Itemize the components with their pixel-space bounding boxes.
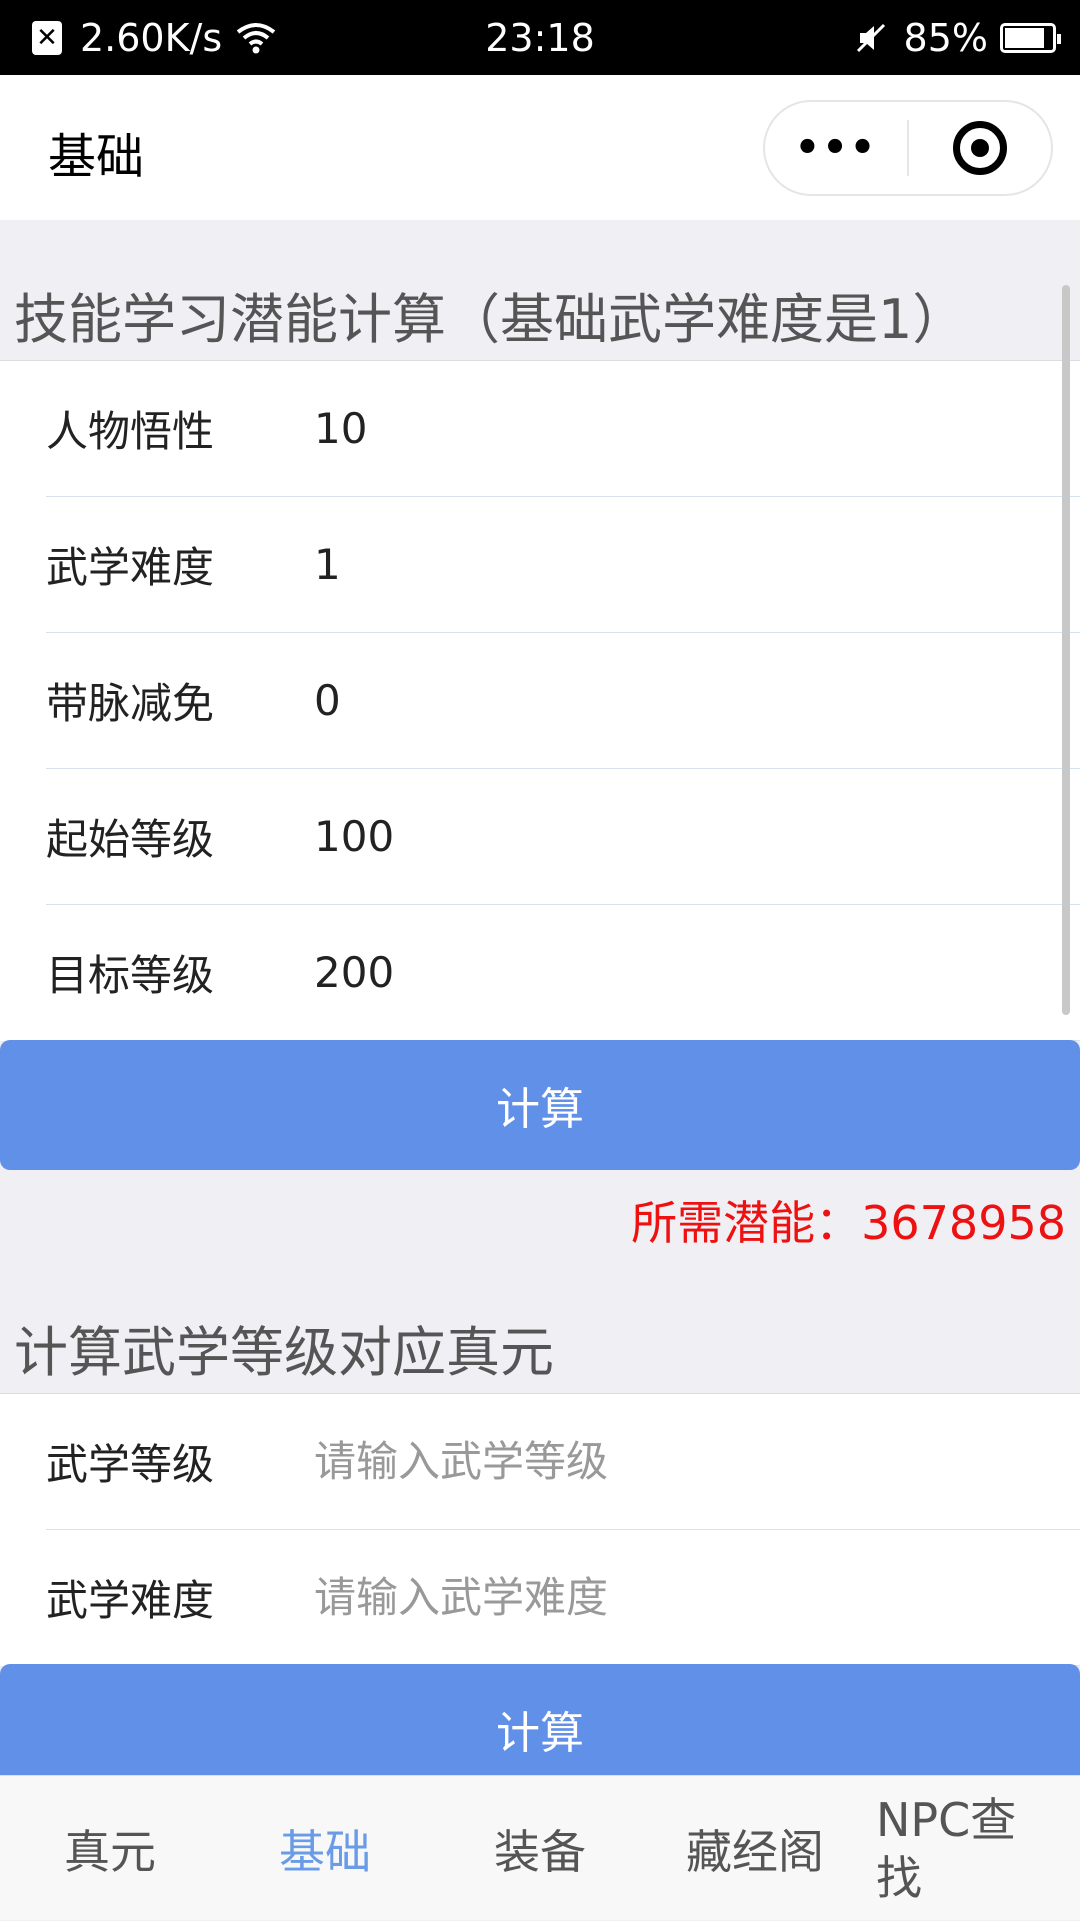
battery-percent: 85% xyxy=(903,16,988,60)
field-label: 武学等级 xyxy=(46,1440,215,1489)
potential-form: 人物悟性 10 武学难度 1 带脉减免 0 起始等级 100 目标等级 200 xyxy=(0,360,1080,1041)
tab-library[interactable]: 藏经阁 xyxy=(670,1776,840,1921)
field-label: 带脉减免 xyxy=(46,679,215,728)
status-right: 85% xyxy=(854,16,1061,60)
field-label: 武学难度 xyxy=(46,543,215,592)
start-level-input[interactable]: 100 xyxy=(314,812,394,861)
form-row-martial-level[interactable]: 武学等级 xyxy=(46,1394,1080,1530)
close-miniprogram-button[interactable] xyxy=(909,121,1051,175)
page-title: 基础 xyxy=(48,129,145,185)
more-menu-icon[interactable]: ••• xyxy=(765,125,907,171)
martial-difficulty-input[interactable] xyxy=(314,1573,1014,1622)
target-level-input[interactable]: 200 xyxy=(314,948,394,997)
tab-npc-search[interactable]: NPC查找 xyxy=(876,1776,1036,1921)
section-title-zhenyuan: 计算武学等级对应真元 xyxy=(14,1321,554,1384)
mute-icon xyxy=(854,21,888,55)
tab-basic[interactable]: 基础 xyxy=(255,1776,395,1921)
form-row-target-level[interactable]: 目标等级 200 xyxy=(46,905,1080,1041)
scrollbar[interactable] xyxy=(1062,285,1070,1015)
tab-bar: 真元 基础 装备 藏经阁 NPC查找 xyxy=(0,1775,1080,1920)
target-icon xyxy=(952,121,1007,175)
potential-result: 所需潜能：3678958 xyxy=(631,1196,1066,1250)
difficulty-input[interactable]: 1 xyxy=(314,540,341,589)
tab-zhenyuan[interactable]: 真元 xyxy=(40,1776,180,1921)
martial-level-input[interactable] xyxy=(314,1437,1014,1486)
mini-program-capsule: ••• xyxy=(763,100,1053,196)
nav-bar: 基础 ••• xyxy=(0,75,1080,220)
field-label: 人物悟性 xyxy=(46,407,215,456)
battery-icon xyxy=(1000,23,1061,53)
form-row-start-level[interactable]: 起始等级 100 xyxy=(46,769,1080,905)
battery-fill xyxy=(1005,28,1045,48)
section-title-potential: 技能学习潜能计算（基础武学难度是1） xyxy=(14,288,967,351)
status-bar: ✕ 2.60K/s 23:18 85% xyxy=(0,0,1080,75)
form-row-comprehension[interactable]: 人物悟性 10 xyxy=(46,361,1080,497)
field-label: 目标等级 xyxy=(46,951,215,1000)
field-label: 起始等级 xyxy=(46,815,215,864)
calculate-potential-button[interactable]: 计算 xyxy=(0,1040,1080,1170)
comprehension-input[interactable]: 10 xyxy=(314,404,367,453)
form-row-martial-difficulty[interactable]: 武学难度 xyxy=(46,1530,1080,1666)
form-row-reduction[interactable]: 带脉减免 0 xyxy=(46,633,1080,769)
zhenyuan-form: 武学等级 武学难度 xyxy=(0,1393,1080,1666)
tab-equipment[interactable]: 装备 xyxy=(470,1776,610,1921)
field-label: 武学难度 xyxy=(46,1576,215,1625)
reduction-input[interactable]: 0 xyxy=(314,676,341,725)
form-row-difficulty[interactable]: 武学难度 1 xyxy=(46,497,1080,633)
